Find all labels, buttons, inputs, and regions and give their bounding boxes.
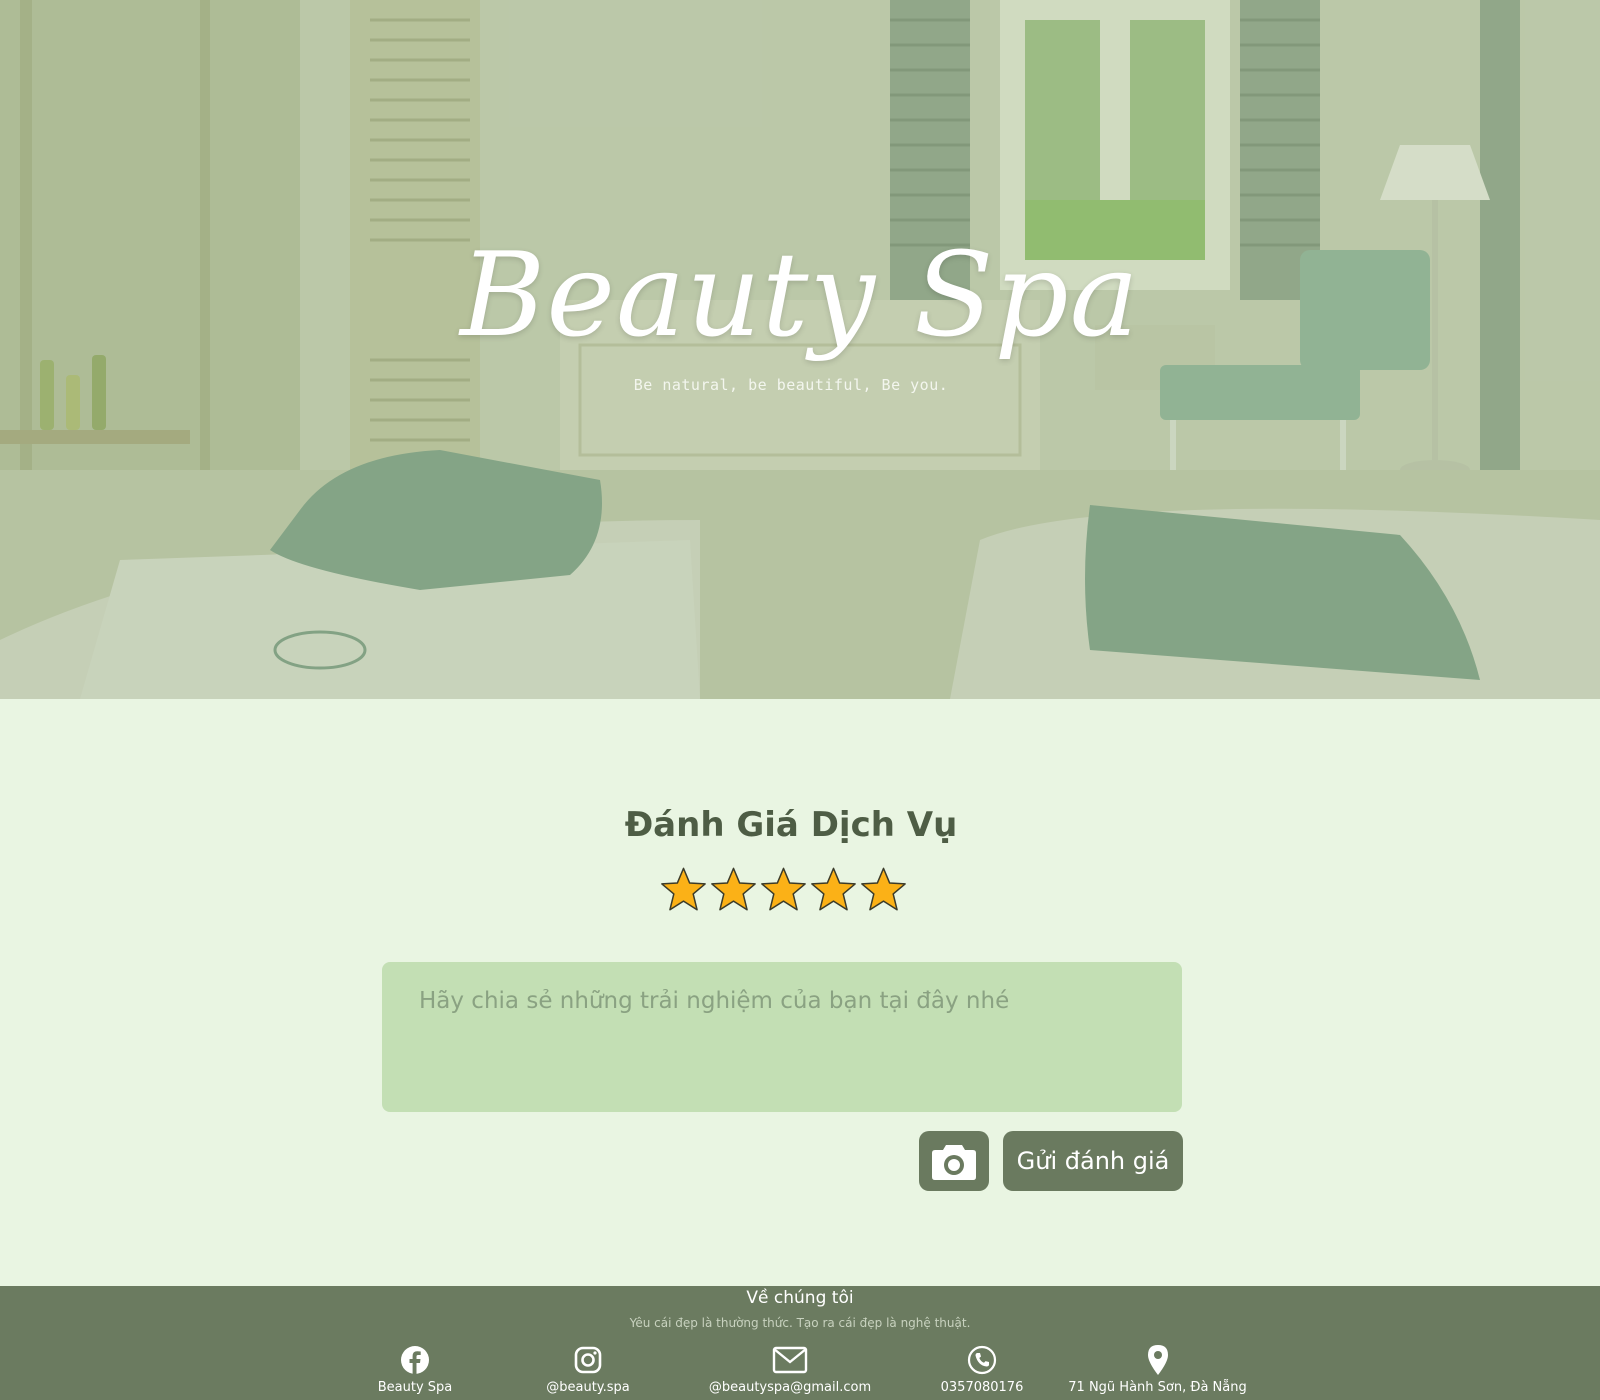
contact-facebook-label: Beauty Spa	[377, 1380, 453, 1395]
facebook-icon	[401, 1346, 429, 1374]
contact-email-label: @beautyspa@gmail.com	[708, 1380, 872, 1395]
mail-icon	[772, 1346, 808, 1374]
brand-tagline: Be natural, be beautiful, Be you.	[633, 376, 949, 394]
contact-address-label: 71 Ngũ Hành Sơn, Đà Nẵng	[1068, 1380, 1247, 1395]
contact-instagram-label: @beauty.spa	[546, 1380, 630, 1395]
star-2-icon[interactable]	[710, 866, 757, 914]
hero-banner: Beauty Spa Be natural, be beautiful, Be …	[0, 0, 1600, 699]
review-textarea[interactable]	[382, 962, 1182, 1112]
instagram-icon	[574, 1346, 602, 1374]
brand-logo-title: Beauty Spa	[460, 228, 1140, 363]
contact-instagram[interactable]: @beauty.spa	[528, 1342, 648, 1395]
footer-subtitle: Yêu cái đẹp là thường thức. Tạo ra cái đ…	[629, 1316, 971, 1330]
star-3-icon[interactable]	[760, 866, 807, 914]
camera-icon	[932, 1145, 976, 1180]
star-4-icon[interactable]	[810, 866, 857, 914]
star-5-icon[interactable]	[860, 866, 907, 914]
contact-phone-label: 0357080176	[940, 1380, 1024, 1395]
contact-phone[interactable]: 0357080176	[927, 1342, 1037, 1395]
review-heading: Đánh Giá Dịch Vụ	[624, 805, 958, 845]
contact-email[interactable]: @beautyspa@gmail.com	[700, 1342, 880, 1395]
contact-facebook[interactable]: Beauty Spa	[365, 1342, 465, 1395]
footer-title: Về chúng tôi	[746, 1288, 854, 1308]
star-1-icon[interactable]	[660, 866, 707, 914]
footer: Về chúng tôi Yêu cái đẹp là thường thức.…	[0, 1286, 1600, 1400]
upload-photo-button[interactable]	[919, 1131, 989, 1191]
submit-review-button[interactable]: Gửi đánh giá	[1003, 1131, 1183, 1191]
star-rating[interactable]	[660, 866, 907, 914]
phone-icon	[967, 1345, 997, 1375]
location-pin-icon	[1147, 1345, 1168, 1375]
contact-address[interactable]: 71 Ngũ Hành Sơn, Đà Nẵng	[1068, 1342, 1247, 1395]
